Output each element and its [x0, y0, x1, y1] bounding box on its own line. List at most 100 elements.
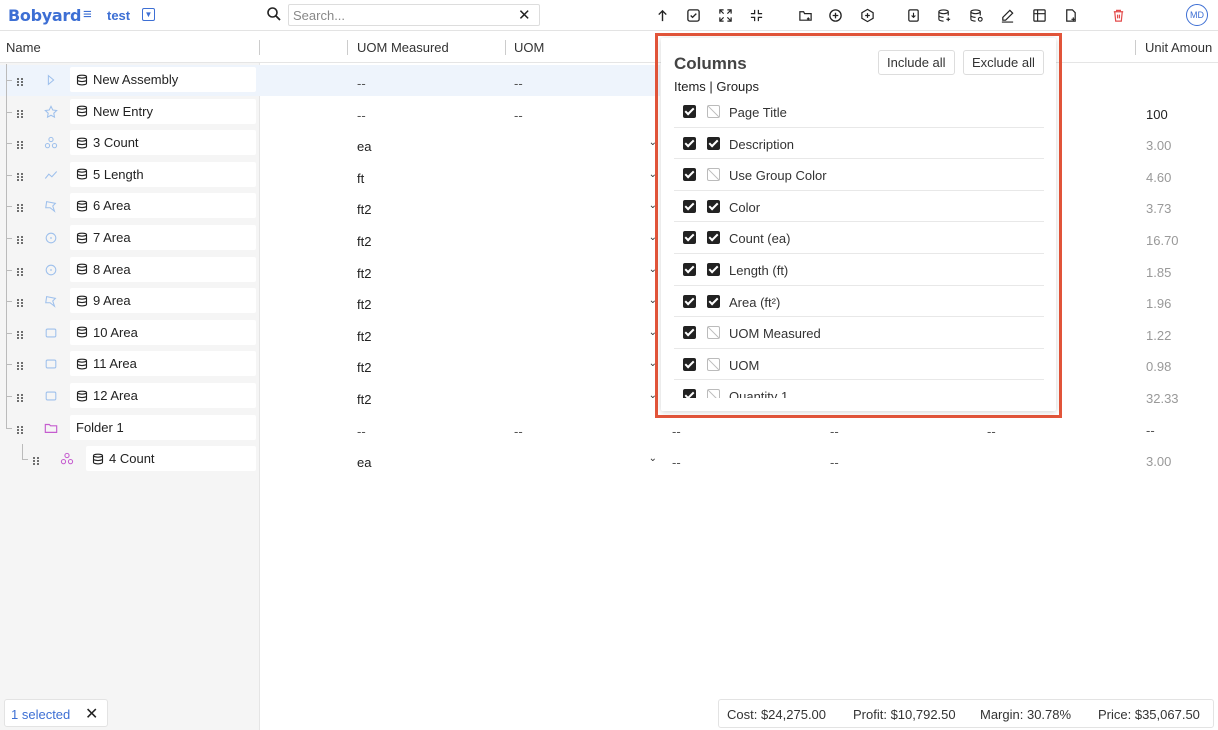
add-folder-icon[interactable] — [795, 5, 815, 25]
header-name[interactable]: Name — [6, 40, 41, 55]
expand-icon[interactable] — [715, 5, 735, 25]
header-uom-measured[interactable]: UOM Measured — [357, 40, 449, 55]
drag-handle-icon[interactable] — [32, 454, 40, 466]
project-name[interactable]: test — [107, 8, 130, 23]
hamburger-menu-icon[interactable]: ≡ — [83, 6, 92, 23]
groups-checkbox[interactable] — [707, 105, 720, 118]
items-checkbox[interactable] — [683, 105, 696, 118]
drag-handle-icon[interactable] — [16, 328, 24, 339]
column-option-row[interactable]: UOM Measured — [674, 317, 1044, 349]
groups-checkbox[interactable] — [707, 168, 720, 182]
groups-checkbox[interactable] — [707, 294, 720, 308]
groups-checkbox[interactable] — [707, 357, 720, 371]
uom-select[interactable]: ⌄ — [508, 288, 660, 315]
clear-selection-icon[interactable]: ✕ — [85, 704, 98, 724]
table-icon[interactable] — [1029, 5, 1049, 25]
items-checkbox[interactable] — [683, 168, 696, 182]
arrow-up-icon[interactable] — [652, 5, 672, 25]
add-shape-icon[interactable] — [857, 5, 877, 25]
app-logo[interactable]: Bobyard — [8, 6, 81, 25]
row-name-cell[interactable]: New Entry — [70, 98, 256, 124]
chevron-down-icon[interactable]: ▼ — [142, 8, 155, 21]
drag-handle-icon[interactable] — [16, 391, 24, 402]
items-checkbox[interactable] — [683, 231, 696, 245]
column-option-row[interactable]: Page Title — [674, 96, 1044, 128]
uom-select[interactable]: ⌄ — [508, 256, 660, 283]
items-checkbox[interactable] — [683, 136, 696, 150]
uom-select[interactable]: ⌄ — [508, 130, 660, 157]
items-checkbox[interactable] — [683, 326, 696, 340]
items-checkbox[interactable] — [683, 199, 696, 213]
row-name-cell[interactable]: 3 Count — [70, 130, 256, 156]
header-uom[interactable]: UOM — [514, 40, 544, 55]
drag-handle-icon[interactable] — [16, 107, 24, 118]
include-all-button[interactable]: Include all — [878, 50, 955, 75]
drag-handle-icon[interactable] — [16, 75, 24, 86]
database-add-icon[interactable] — [934, 5, 954, 25]
header-unit-amount[interactable]: Unit Amoun — [1145, 40, 1212, 55]
column-resizer[interactable] — [1135, 40, 1136, 55]
columns-list[interactable]: Page Title Description Use Group Color Colo… — [674, 96, 1044, 398]
groups-checkbox[interactable] — [707, 199, 720, 213]
groups-checkbox[interactable] — [707, 231, 720, 245]
uom-select[interactable]: ⌄ — [508, 319, 660, 346]
column-resizer[interactable] — [347, 40, 348, 55]
column-resizer[interactable] — [505, 40, 506, 55]
column-option-row[interactable]: Use Group Color — [674, 159, 1044, 191]
drag-handle-icon[interactable] — [16, 201, 24, 213]
checkbox-icon[interactable] — [683, 5, 703, 25]
row-name-cell[interactable]: 4 Count — [86, 446, 256, 472]
uom-select[interactable]: ⌄ — [508, 193, 660, 220]
column-option-row[interactable]: Count (ea) — [674, 222, 1044, 254]
user-avatar[interactable]: MD — [1186, 4, 1208, 26]
row-name-cell[interactable]: 12 Area — [70, 383, 256, 408]
items-checkbox[interactable] — [683, 357, 696, 371]
items-checkbox[interactable] — [683, 389, 696, 398]
database-settings-icon[interactable] — [966, 5, 986, 25]
file-add-icon[interactable] — [1060, 5, 1080, 25]
column-option-row[interactable]: Length (ft) — [674, 254, 1044, 286]
column-option-row[interactable]: Color — [674, 191, 1044, 223]
input-cell[interactable] — [981, 446, 1134, 473]
document-icon[interactable] — [903, 5, 923, 25]
trash-icon[interactable] — [1108, 5, 1128, 25]
row-name-cell[interactable]: 6 Area — [70, 193, 256, 219]
row-name-cell[interactable]: 7 Area — [70, 225, 256, 250]
uom-select[interactable]: ⌄ — [508, 351, 660, 378]
row-name-cell[interactable]: 5 Length — [70, 161, 256, 187]
drag-handle-icon[interactable] — [16, 138, 24, 150]
drag-handle-icon[interactable] — [16, 233, 24, 244]
uom-select[interactable]: ⌄ — [508, 446, 660, 473]
exclude-all-button[interactable]: Exclude all — [963, 50, 1044, 75]
items-checkbox[interactable] — [683, 294, 696, 308]
column-option-row[interactable]: Quantity 1 — [674, 380, 1044, 398]
uom-select[interactable]: ⌄ — [508, 383, 660, 409]
column-option-row[interactable]: Description — [674, 128, 1044, 160]
drag-handle-icon[interactable] — [16, 170, 24, 181]
drag-handle-icon[interactable] — [16, 359, 24, 371]
add-circle-icon[interactable] — [825, 5, 845, 25]
column-option-row[interactable]: UOM — [674, 349, 1044, 381]
uom-select[interactable]: ⌄ — [508, 225, 660, 251]
drag-handle-icon[interactable] — [16, 265, 24, 276]
close-icon[interactable]: ✕ — [518, 6, 531, 24]
uom-select[interactable]: ⌄ — [508, 161, 660, 188]
row-name-cell[interactable]: New Assembly — [70, 67, 256, 92]
row-name-cell[interactable]: Folder 1 — [70, 414, 256, 440]
column-option-row[interactable]: Area (ft²) — [674, 286, 1044, 318]
unit-amount-input[interactable] — [1139, 67, 1218, 93]
groups-checkbox[interactable] — [707, 389, 720, 398]
row-name-cell[interactable]: 9 Area — [70, 288, 256, 314]
row-name-cell[interactable]: 10 Area — [70, 319, 256, 345]
search-input[interactable] — [288, 4, 540, 26]
drag-handle-icon[interactable] — [16, 423, 24, 434]
groups-checkbox[interactable] — [707, 263, 720, 276]
edit-icon[interactable] — [997, 5, 1017, 25]
groups-checkbox[interactable] — [707, 326, 720, 340]
groups-checkbox[interactable] — [707, 136, 720, 150]
collapse-icon[interactable] — [746, 5, 766, 25]
items-checkbox[interactable] — [683, 263, 696, 276]
row-name-cell[interactable]: 8 Area — [70, 256, 256, 282]
row-name-cell[interactable]: 11 Area — [70, 351, 256, 377]
column-resizer[interactable] — [259, 40, 260, 55]
